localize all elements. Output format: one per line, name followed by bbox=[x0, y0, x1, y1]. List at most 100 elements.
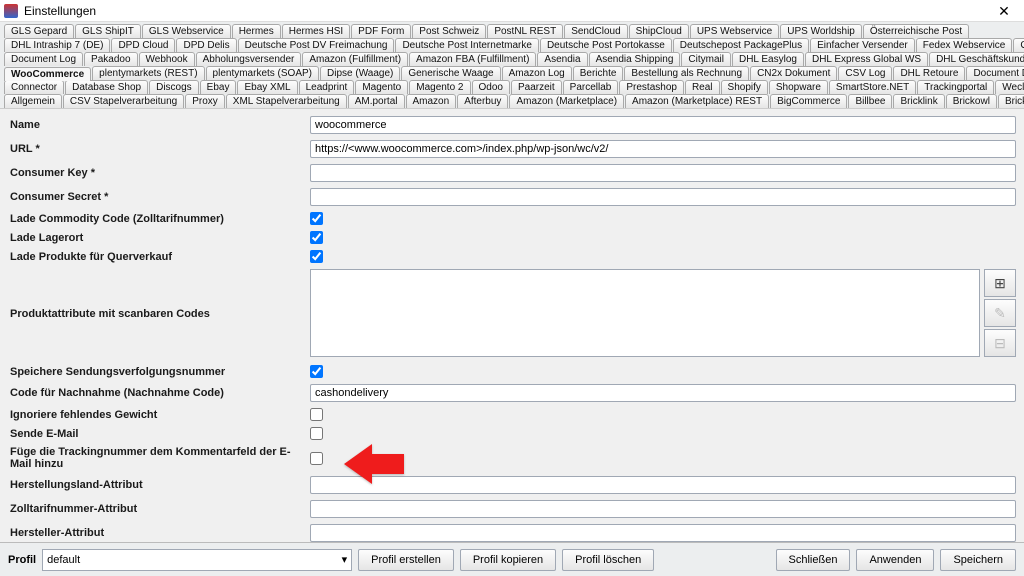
tab-real[interactable]: Real bbox=[685, 80, 720, 94]
input-consumer-secret[interactable] bbox=[310, 188, 1016, 206]
tab-parcellab[interactable]: Parcellab bbox=[563, 80, 619, 94]
tab-amazon-marketplace-[interactable]: Amazon (Marketplace) bbox=[509, 94, 624, 108]
tab-berichte[interactable]: Berichte bbox=[573, 66, 624, 80]
tab-dhl-gesch-ftskundenversand[interactable]: DHL Geschäftskundenversand bbox=[929, 52, 1024, 66]
tab-postnl-rest[interactable]: PostNL REST bbox=[487, 24, 563, 38]
profile-combo[interactable]: default ▾ bbox=[42, 549, 352, 571]
tab-connector[interactable]: Connector bbox=[4, 80, 64, 94]
input-consumer-key[interactable] bbox=[310, 164, 1016, 182]
save-button[interactable]: Speichern bbox=[940, 549, 1016, 571]
tab-xml-stapelverarbeitung[interactable]: XML Stapelverarbeitung bbox=[226, 94, 347, 108]
check-ignore-weight[interactable] bbox=[310, 408, 323, 421]
tab-brickowl[interactable]: Brickowl bbox=[946, 94, 997, 108]
tab-leadprint[interactable]: Leadprint bbox=[299, 80, 355, 94]
tab-pdf-form[interactable]: PDF Form bbox=[351, 24, 411, 38]
tab-csv-log[interactable]: CSV Log bbox=[838, 66, 892, 80]
tab-document-log[interactable]: Document Log bbox=[4, 52, 83, 66]
tab-dhl-easylog[interactable]: DHL Easylog bbox=[732, 52, 804, 66]
tab-dpd-delis[interactable]: DPD Delis bbox=[176, 38, 236, 52]
tab-dpd-cloud[interactable]: DPD Cloud bbox=[111, 38, 175, 52]
tab-bigcommerce[interactable]: BigCommerce bbox=[770, 94, 847, 108]
tab-paarzeit[interactable]: Paarzeit bbox=[511, 80, 562, 94]
tab-allgemein[interactable]: Allgemein bbox=[4, 94, 62, 108]
tab-webhook[interactable]: Webhook bbox=[139, 52, 195, 66]
tab-billbee[interactable]: Billbee bbox=[848, 94, 892, 108]
tab-magento[interactable]: Magento bbox=[355, 80, 408, 94]
profile-copy-button[interactable]: Profil kopieren bbox=[460, 549, 556, 571]
tab-gls-webservice[interactable]: GLS Webservice bbox=[142, 24, 231, 38]
tab-deutschepost-packageplus[interactable]: Deutschepost PackagePlus bbox=[673, 38, 809, 52]
tab-shopware[interactable]: Shopware bbox=[769, 80, 828, 94]
tab-shopify[interactable]: Shopify bbox=[721, 80, 768, 94]
tab-dhl-intraship-7-de-[interactable]: DHL Intraship 7 (DE) bbox=[4, 38, 110, 52]
tab-trackingportal[interactable]: Trackingportal bbox=[917, 80, 994, 94]
input-name[interactable] bbox=[310, 116, 1016, 134]
input-maker-attr[interactable] bbox=[310, 524, 1016, 542]
check-lagerort[interactable] bbox=[310, 231, 323, 244]
close-icon[interactable]: ✕ bbox=[988, 1, 1020, 21]
input-origin-attr[interactable] bbox=[310, 476, 1016, 494]
tab--sterreichische-post[interactable]: Österreichische Post bbox=[863, 24, 969, 38]
check-commodity[interactable] bbox=[310, 212, 323, 225]
tab-einfacher-versender[interactable]: Einfacher Versender bbox=[810, 38, 915, 52]
check-querverkauf[interactable] bbox=[310, 250, 323, 263]
tab-gel-express[interactable]: GEL Express bbox=[1013, 38, 1024, 52]
tab-ebay-xml[interactable]: Ebay XML bbox=[237, 80, 297, 94]
tab-hermes-hsi[interactable]: Hermes HSI bbox=[282, 24, 350, 38]
tab-csv-stapelverarbeitung[interactable]: CSV Stapelverarbeitung bbox=[63, 94, 184, 108]
tab-hermes[interactable]: Hermes bbox=[232, 24, 281, 38]
tab-amazon-fulfillment-[interactable]: Amazon (Fulfillment) bbox=[302, 52, 408, 66]
tab-bestellung-als-rechnung[interactable]: Bestellung als Rechnung bbox=[624, 66, 749, 80]
tab-discogs[interactable]: Discogs bbox=[149, 80, 199, 94]
tab-am-portal[interactable]: AM.portal bbox=[348, 94, 405, 108]
tab-dhl-retoure[interactable]: DHL Retoure bbox=[893, 66, 965, 80]
tab-plentymarkets-soap-[interactable]: plentymarkets (SOAP) bbox=[206, 66, 319, 80]
tab-citymail[interactable]: Citymail bbox=[681, 52, 731, 66]
list-product-attrs[interactable] bbox=[310, 269, 980, 357]
tab-database-shop[interactable]: Database Shop bbox=[65, 80, 148, 94]
tab-ups-worldship[interactable]: UPS Worldship bbox=[780, 24, 862, 38]
tab-abholungsversender[interactable]: Abholungsversender bbox=[196, 52, 302, 66]
tab-deutsche-post-internetmarke[interactable]: Deutsche Post Internetmarke bbox=[395, 38, 539, 52]
tab-bricklink[interactable]: Bricklink bbox=[893, 94, 944, 108]
input-cod[interactable] bbox=[310, 384, 1016, 402]
tab-cn2x-dokument[interactable]: CN2x Dokument bbox=[750, 66, 837, 80]
input-url[interactable] bbox=[310, 140, 1016, 158]
tab-magento-2[interactable]: Magento 2 bbox=[409, 80, 470, 94]
profile-delete-button[interactable]: Profil löschen bbox=[562, 549, 654, 571]
tab-ups-webservice[interactable]: UPS Webservice bbox=[690, 24, 779, 38]
tab-woocommerce[interactable]: WooCommerce bbox=[4, 67, 91, 81]
tab-dipse-waage-[interactable]: Dipse (Waage) bbox=[320, 66, 400, 80]
profile-create-button[interactable]: Profil erstellen bbox=[358, 549, 454, 571]
tab-sendcloud[interactable]: SendCloud bbox=[564, 24, 627, 38]
check-tracking[interactable] bbox=[310, 365, 323, 378]
tab-amazon-fba-fulfillment-[interactable]: Amazon FBA (Fulfillment) bbox=[409, 52, 536, 66]
close-button[interactable]: Schließen bbox=[776, 549, 851, 571]
tab-amazon-marketplace-rest[interactable]: Amazon (Marketplace) REST bbox=[625, 94, 769, 108]
check-send-email[interactable] bbox=[310, 427, 323, 440]
edit-attr-button[interactable]: ✎ bbox=[984, 299, 1016, 327]
tab-asendia-shipping[interactable]: Asendia Shipping bbox=[589, 52, 681, 66]
tab-prestashop[interactable]: Prestashop bbox=[619, 80, 684, 94]
tab-asendia[interactable]: Asendia bbox=[537, 52, 587, 66]
tab-pakadoo[interactable]: Pakadoo bbox=[84, 52, 137, 66]
add-attr-button[interactable]: ⊞ bbox=[984, 269, 1016, 297]
tab-afterbuy[interactable]: Afterbuy bbox=[457, 94, 508, 108]
remove-attr-button[interactable]: ⊟ bbox=[984, 329, 1016, 357]
tab-ebay[interactable]: Ebay bbox=[200, 80, 237, 94]
input-tariff-attr[interactable] bbox=[310, 500, 1016, 518]
tab-generische-waage[interactable]: Generische Waage bbox=[401, 66, 500, 80]
tab-brickscout[interactable]: Brickscout bbox=[998, 94, 1024, 108]
apply-button[interactable]: Anwenden bbox=[856, 549, 934, 571]
tab-amazon[interactable]: Amazon bbox=[406, 94, 457, 108]
tab-weclapp[interactable]: Weclapp bbox=[995, 80, 1024, 94]
tab-plentymarkets-rest-[interactable]: plentymarkets (REST) bbox=[92, 66, 204, 80]
tab-gls-shipit[interactable]: GLS ShipIT bbox=[75, 24, 141, 38]
tab-post-schweiz[interactable]: Post Schweiz bbox=[412, 24, 486, 38]
tab-document-downloader[interactable]: Document Downloader bbox=[966, 66, 1024, 80]
tab-amazon-log[interactable]: Amazon Log bbox=[502, 66, 572, 80]
tab-fedex-webservice[interactable]: Fedex Webservice bbox=[916, 38, 1013, 52]
tab-dhl-express-global-ws[interactable]: DHL Express Global WS bbox=[805, 52, 928, 66]
tab-smartstore-net[interactable]: SmartStore.NET bbox=[829, 80, 916, 94]
tab-deutsche-post-dv-freimachung[interactable]: Deutsche Post DV Freimachung bbox=[238, 38, 395, 52]
